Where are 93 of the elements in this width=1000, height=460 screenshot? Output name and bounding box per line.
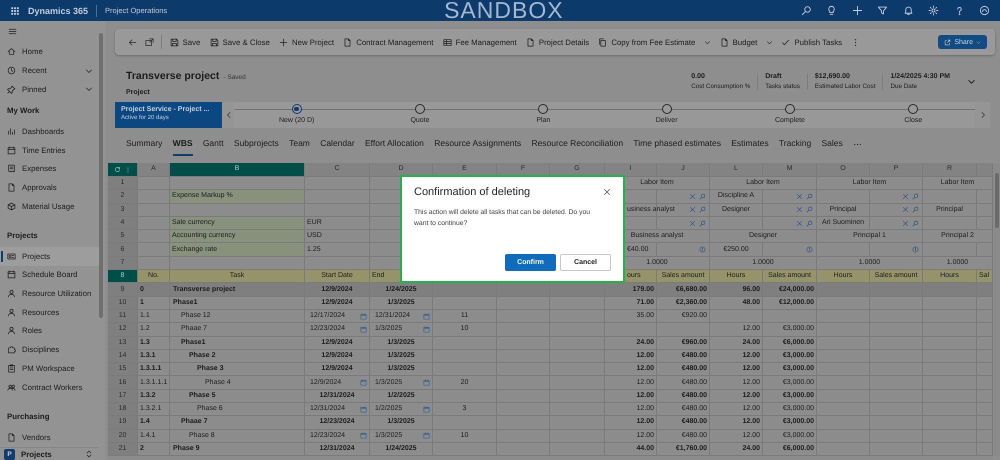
clear-icon[interactable] (902, 192, 909, 200)
tab[interactable]: Time phased estimates (633, 132, 721, 156)
stage-marker[interactable] (414, 104, 425, 114)
calendar-icon[interactable] (423, 379, 430, 386)
menu-icon[interactable] (8, 27, 17, 36)
close-icon (603, 188, 611, 196)
calendar-icon[interactable] (360, 406, 367, 413)
scrollbar[interactable] (993, 163, 1000, 456)
home-icon (7, 47, 16, 56)
stage-marker[interactable] (292, 104, 302, 114)
clear-icon[interactable] (689, 220, 696, 227)
pop-out-icon (145, 38, 154, 46)
check-icon (781, 38, 790, 46)
person-icon (7, 326, 16, 336)
up-down-icon (85, 450, 93, 458)
info-icon[interactable] (912, 246, 919, 254)
plus-icon[interactable] (852, 5, 862, 16)
calendar-icon[interactable] (423, 312, 430, 320)
clear-icon[interactable] (796, 220, 803, 227)
tab[interactable]: Team (289, 132, 310, 156)
receipt-icon (7, 164, 16, 174)
filter-icon[interactable] (877, 5, 888, 16)
person-icon (7, 308, 16, 317)
stage-marker[interactable] (662, 104, 672, 114)
calendar-icon (7, 270, 16, 280)
calendar-icon[interactable] (360, 432, 367, 440)
app-launcher-icon[interactable] (10, 6, 20, 16)
refresh-icon[interactable] (114, 166, 121, 173)
calendar-icon[interactable] (423, 406, 430, 413)
tab[interactable]: Sales (821, 132, 843, 156)
chevron-down-icon[interactable] (85, 85, 93, 94)
stage-marker[interactable] (908, 104, 918, 114)
tab[interactable]: Summary (126, 132, 162, 156)
clear-icon[interactable] (796, 192, 803, 200)
chevron-down-icon (704, 38, 711, 46)
card-icon (7, 252, 16, 261)
box-icon (7, 202, 16, 211)
copy-icon (598, 38, 608, 46)
share-icon (944, 38, 952, 46)
table-icon (442, 38, 452, 46)
app-name[interactable]: Dynamics 365 (28, 6, 88, 16)
info-icon[interactable] (806, 246, 813, 254)
stage-marker[interactable] (538, 104, 548, 114)
calendar-icon[interactable] (423, 432, 430, 440)
document-icon (343, 38, 352, 46)
calendar-icon[interactable] (360, 312, 367, 320)
person-icon (7, 289, 16, 298)
search-icon[interactable] (800, 5, 812, 16)
tab[interactable]: Tracking (778, 132, 812, 156)
settings-icon[interactable] (928, 5, 939, 16)
clock-icon (7, 66, 16, 76)
document-icon (720, 38, 729, 46)
lightbulb-icon[interactable] (826, 5, 837, 16)
document-icon (7, 182, 16, 192)
chevron-down-icon (976, 40, 981, 44)
chevron-down-icon (766, 38, 773, 46)
calendar-icon (7, 146, 16, 155)
chart-icon (7, 126, 16, 136)
tab[interactable]: Subprojects (234, 132, 279, 156)
tab[interactable]: Resource Assignments (434, 132, 522, 156)
document-icon (526, 38, 535, 46)
dialog-title: Confirmation of deleting (414, 186, 530, 198)
clear-icon[interactable] (689, 192, 696, 200)
calendar-icon[interactable] (423, 326, 430, 333)
save-icon (170, 38, 179, 46)
save-icon (210, 38, 219, 46)
bell-icon[interactable] (902, 5, 914, 16)
tab[interactable]: Effort Allocation (364, 132, 424, 156)
tab[interactable]: Estimates (731, 132, 769, 156)
people-icon (7, 382, 16, 392)
clear-icon[interactable] (796, 206, 803, 214)
record-title: Transverse project (126, 70, 220, 82)
assistant-icon[interactable] (979, 5, 990, 16)
clear-icon[interactable] (689, 206, 696, 214)
close-button[interactable] (603, 188, 611, 196)
calendar-icon[interactable] (360, 326, 367, 333)
chevron-left-icon (224, 111, 232, 119)
tab[interactable]: WBS (172, 132, 193, 156)
clipboard-icon (7, 364, 16, 373)
tab[interactable]: Calendar (320, 132, 355, 156)
environment-label: SANDBOX (444, 0, 564, 21)
tab[interactable]: Gantt (202, 132, 224, 156)
pin-icon (7, 84, 16, 94)
stage-marker[interactable] (784, 104, 795, 114)
clear-icon[interactable] (902, 206, 909, 214)
info-icon[interactable] (699, 246, 706, 254)
arrow-left-icon (128, 38, 137, 46)
document-icon (7, 432, 16, 442)
clear-icon[interactable] (902, 220, 909, 227)
calendar-icon[interactable] (360, 379, 367, 386)
plus-icon (279, 38, 288, 46)
tab[interactable]: Resource Reconciliation (531, 132, 624, 156)
puzzle-icon (7, 345, 16, 354)
